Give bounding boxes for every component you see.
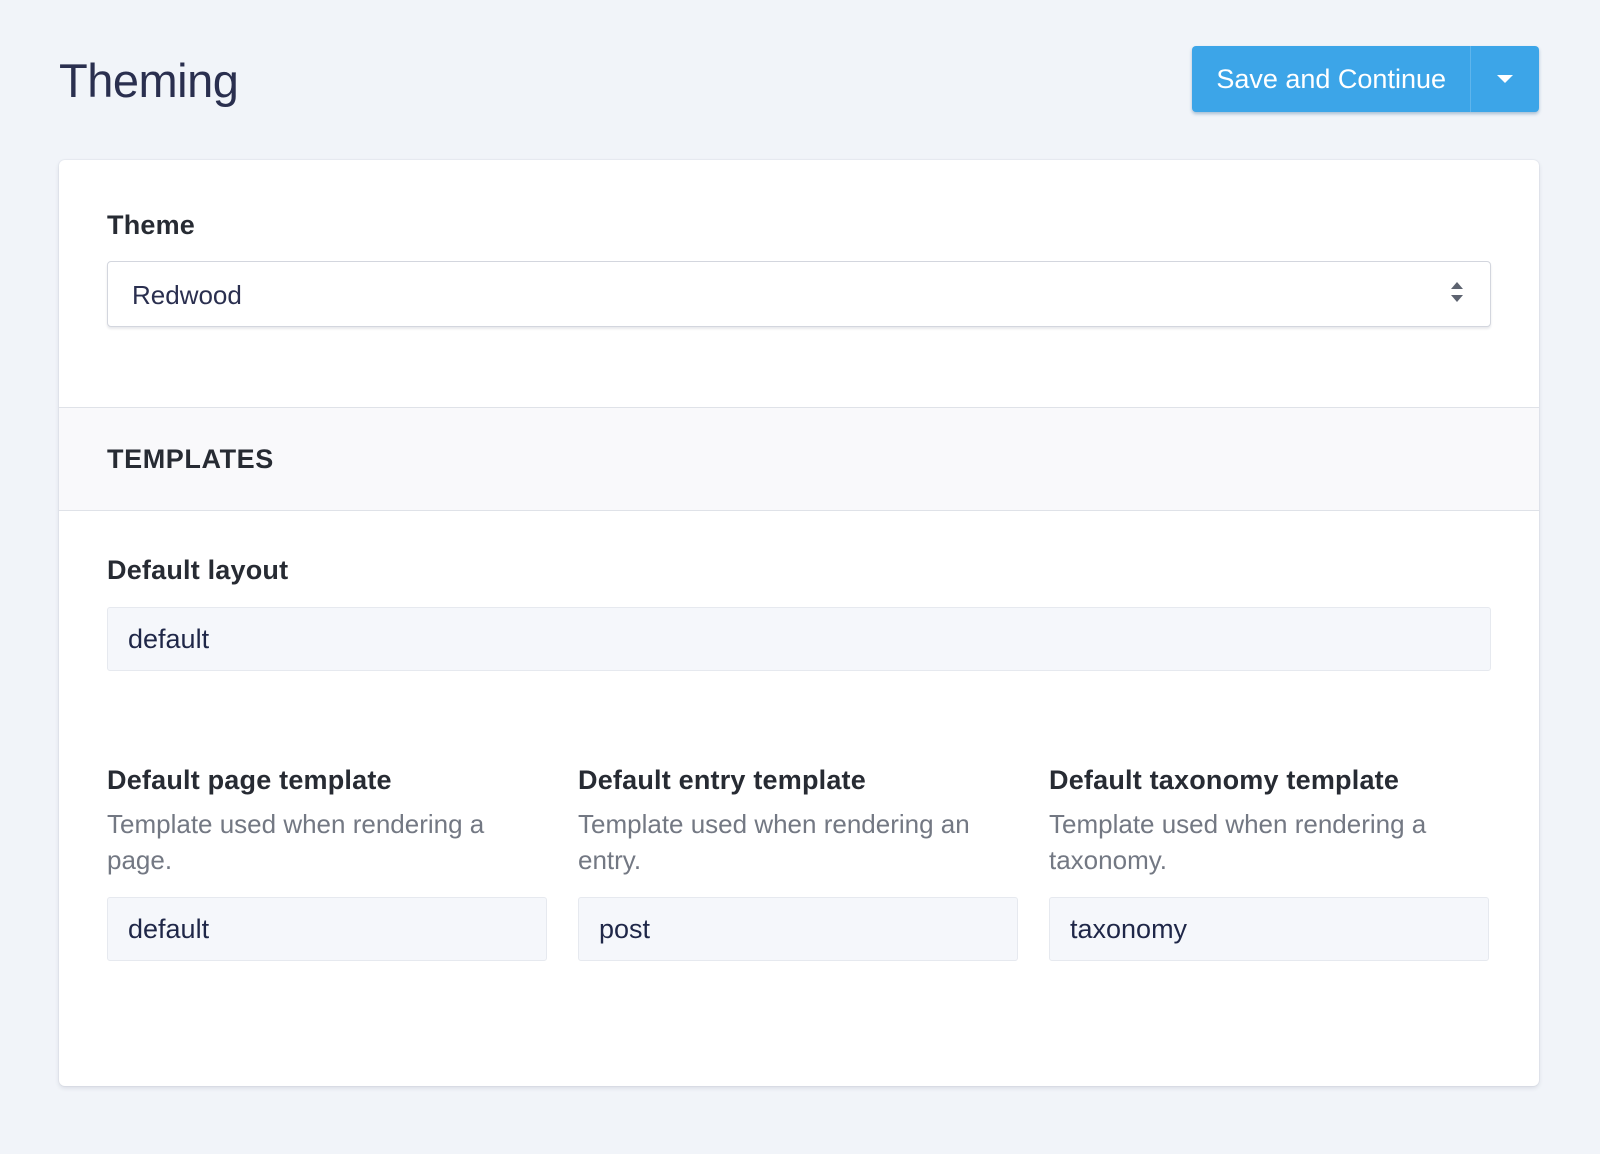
- theming-card: Theme Redwood TEMPLATES Default layout D…: [59, 160, 1539, 1086]
- page-title: Theming: [59, 54, 239, 107]
- default-layout-input[interactable]: [107, 607, 1491, 671]
- page-header: Theming Save and Continue: [59, 45, 1539, 112]
- default-page-template-help: Template used when rendering a page.: [107, 809, 485, 875]
- default-entry-template-help: Template used when rendering an entry.: [578, 809, 970, 875]
- theme-select-value: Redwood: [132, 280, 242, 310]
- save-button-group: Save and Continue: [1192, 46, 1539, 112]
- templates-section-title: TEMPLATES: [107, 444, 274, 474]
- templates-section-header: TEMPLATES: [59, 407, 1539, 511]
- save-and-continue-button[interactable]: Save and Continue: [1192, 46, 1471, 112]
- theme-label: Theme: [107, 210, 196, 240]
- save-options-dropdown-button[interactable]: [1471, 46, 1539, 112]
- select-arrows-icon: [1450, 282, 1464, 304]
- caret-down-icon: [1497, 75, 1513, 83]
- default-page-template-label: Default page template: [107, 765, 392, 795]
- default-page-template-input[interactable]: [107, 897, 547, 961]
- default-taxonomy-template-help: Template used when rendering a taxonomy.: [1049, 809, 1427, 875]
- theme-select[interactable]: Redwood: [107, 261, 1491, 327]
- default-entry-template-input[interactable]: [578, 897, 1018, 961]
- default-layout-label: Default layout: [107, 555, 289, 585]
- default-taxonomy-template-label: Default taxonomy template: [1049, 765, 1400, 795]
- default-entry-template-label: Default entry template: [578, 765, 866, 795]
- default-taxonomy-template-input[interactable]: [1049, 897, 1489, 961]
